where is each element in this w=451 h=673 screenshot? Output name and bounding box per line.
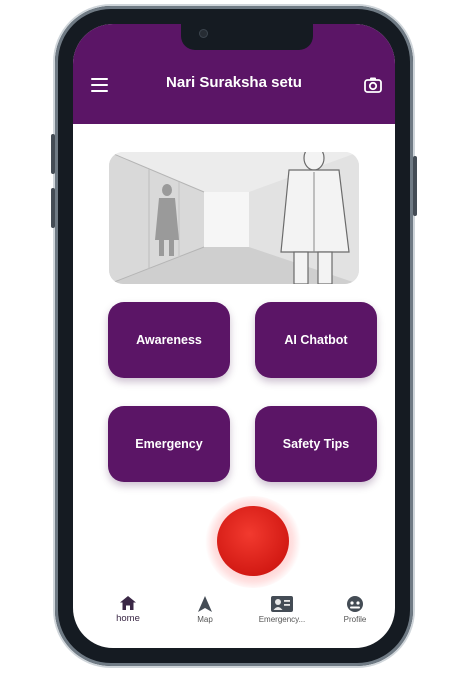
emergency-label: Emergency: [135, 437, 203, 451]
front-camera: [199, 29, 208, 38]
ai-chatbot-button[interactable]: AI Chatbot: [255, 302, 377, 378]
nav-label-profile: Profile: [343, 615, 367, 624]
profile-avatar-icon: [347, 596, 363, 612]
page-title: Nari Suraksha setu: [166, 74, 302, 91]
ai-chatbot-label: AI Chatbot: [284, 333, 348, 347]
camera-icon[interactable]: [363, 75, 383, 95]
volume-down-button: [51, 188, 55, 228]
phone-frame: Nari Suraksha setu Awareness AI Chatbot …: [51, 6, 417, 666]
safety-tips-button[interactable]: Safety Tips: [255, 406, 377, 482]
nav-item-map[interactable]: Map: [173, 596, 237, 624]
nav-item-home[interactable]: home: [96, 596, 160, 624]
hamburger-menu-icon[interactable]: [91, 78, 108, 92]
navigation-arrow-icon: [198, 596, 212, 612]
phone-notch: [181, 24, 313, 50]
emergency-button[interactable]: Emergency: [108, 406, 230, 482]
sos-button[interactable]: [217, 506, 289, 576]
hero-illustration: [109, 152, 359, 284]
nav-item-emergency[interactable]: Emergency...: [250, 596, 314, 624]
nav-label-map: Map: [197, 615, 213, 624]
nav-label-home: home: [116, 613, 140, 624]
safety-tips-label: Safety Tips: [282, 437, 350, 451]
home-icon: [120, 596, 136, 610]
awareness-label: Awareness: [136, 333, 202, 347]
power-button: [413, 156, 417, 216]
app-screen: Nari Suraksha setu Awareness AI Chatbot …: [73, 24, 395, 648]
contact-card-icon: [271, 596, 293, 612]
awareness-button[interactable]: Awareness: [108, 302, 230, 378]
nav-item-profile[interactable]: Profile: [323, 596, 387, 624]
nav-label-emergency: Emergency...: [258, 615, 306, 624]
volume-up-button: [51, 134, 55, 174]
